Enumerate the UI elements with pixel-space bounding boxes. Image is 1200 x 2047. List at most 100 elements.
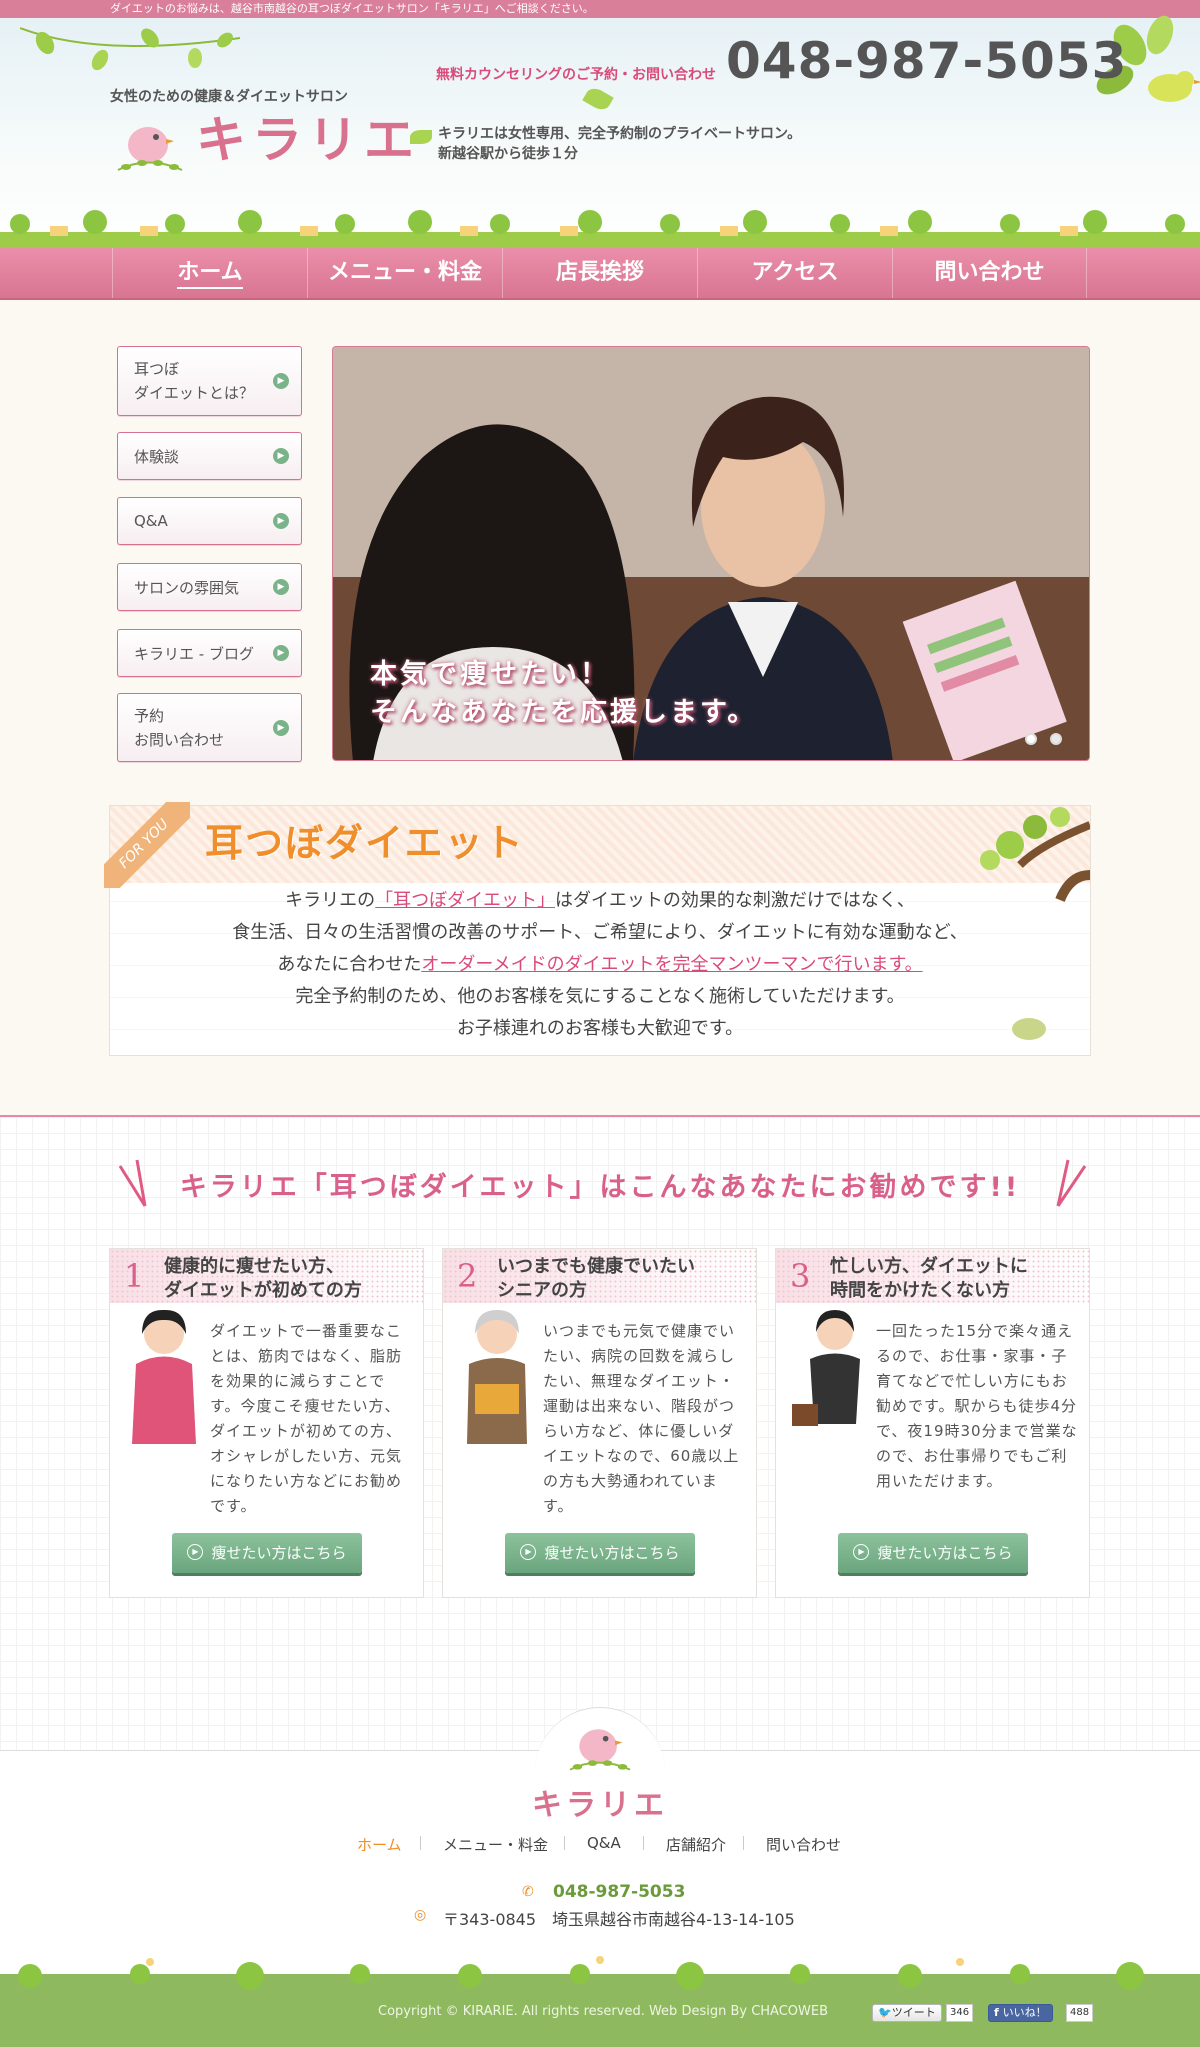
woman-illustration — [132, 1309, 196, 1444]
side-item-atmosphere[interactable]: サロンの雰囲気 ▶ — [117, 563, 302, 611]
order-made-highlight: オーダーメイドのダイエットを完全マンツーマンで行います。 — [421, 954, 923, 975]
button-label: 痩せたい方はこちら — [211, 1544, 347, 1562]
senior-woman-illustration — [467, 1310, 527, 1444]
about-text-line: 食生活、日々の生活習慣の改善のサポート、ご希望により、ダイエットに有効な運動など… — [232, 922, 968, 943]
side-label: 予約 — [134, 706, 165, 725]
caption-line-1: 本気で痩せたい！ — [370, 659, 610, 690]
card-text: ダイエットで一番重要なことは、筋肉ではなく、脂肪を効果的に減らすことです。今度こ… — [210, 1322, 403, 1515]
footer-nav-separator — [643, 1836, 644, 1850]
card-text: いつまでも元気で健康でいたい、病院の回数を減らしたい、無理なダイエット・運動は出… — [543, 1322, 740, 1515]
mimitsubo-diet-link[interactable]: 「耳つぼダイエット」 — [375, 890, 555, 911]
lose-weight-button[interactable]: ▶ 痩せたい方はこちら — [505, 1533, 695, 1573]
card-title-line: いつまでも健康でいたい — [497, 1256, 695, 1277]
footer-nav-shop[interactable]: 店舗紹介 — [666, 1834, 726, 1855]
nav-menu-price-label: メニュー・料金 — [327, 260, 482, 285]
side-label: 耳つぼ — [134, 360, 180, 378]
footer-nav-separator — [743, 1836, 744, 1850]
recommend-title: キラリエ「耳つぼダイエット」はこんなあなたにお勧めです!! — [179, 1172, 1021, 1203]
about-text-part: あなたに合わせた — [277, 954, 422, 975]
like-count: 488 — [1066, 2004, 1094, 2022]
side-label: ダイエットとは？ — [134, 384, 254, 402]
side-item-reservation[interactable]: 予約 お問い合わせ ▶ — [117, 693, 302, 762]
chevron-right-icon: ▶ — [273, 373, 289, 389]
counseling-label: 無料カウンセリングのご予約・お問い合わせ — [436, 67, 716, 83]
site-logo[interactable]: キラリエ — [196, 110, 420, 170]
tree-band-decoration — [0, 210, 1200, 248]
leaf-icon — [410, 130, 432, 144]
lose-weight-button[interactable]: ▶ 痩せたい方はこちら — [838, 1533, 1028, 1573]
footer-nav-home[interactable]: ホーム — [357, 1834, 402, 1855]
footer-phone[interactable]: 048-987-5053 — [553, 1882, 685, 1902]
nav-access[interactable]: アクセス — [697, 248, 892, 298]
button-label: 痩せたい方はこちら — [544, 1544, 680, 1562]
card-title-line: 忙しい方、ダイエットに — [830, 1256, 1028, 1277]
card-title: 健康的に痩せたい方、 ダイエットが初めての方 — [164, 1255, 362, 1303]
card-title: 忙しい方、ダイエットに 時間をかけたくない方 — [830, 1255, 1028, 1303]
side-label: 体験談 — [134, 447, 180, 466]
facebook-like-button[interactable]: f いいね！ — [988, 2004, 1053, 2022]
nav-home[interactable]: ホーム — [112, 248, 307, 298]
card-title-line: ダイエットが初めての方 — [164, 1280, 362, 1301]
phone-number[interactable]: 048-987-5053 — [726, 32, 1127, 90]
lose-weight-button[interactable]: ▶ 痩せたい方はこちら — [172, 1533, 362, 1573]
map-pin-icon: ◎ — [414, 1907, 427, 1923]
intro-line-1: キラリエは女性専用、完全予約制のプライベートサロン。 — [438, 126, 802, 142]
side-item-testimonials[interactable]: 体験談 ▶ — [117, 432, 302, 480]
grass-decoration — [0, 1956, 1200, 1990]
nav-access-label: アクセス — [751, 260, 839, 285]
recommend-card-2: 2 いつまでも健康でいたい シニアの方 いつまでも元気で健康でいたい、病院の回数を… — [442, 1248, 757, 1598]
footer-nav-contact[interactable]: 問い合わせ — [766, 1834, 841, 1855]
for-you-label: FOR YOU — [104, 802, 190, 888]
for-you-badge: FOR YOU — [104, 802, 190, 888]
nav-menu-price[interactable]: メニュー・料金 — [307, 248, 502, 298]
footer-address: 〒343-0845 埼玉県越谷市南越谷4-13-14-105 — [443, 1910, 795, 1929]
nav-contact[interactable]: 問い合わせ — [892, 248, 1087, 298]
slider-dot-1[interactable] — [1025, 733, 1037, 745]
chevron-right-icon: ▶ — [273, 448, 289, 464]
like-label: いいね！ — [1002, 2006, 1047, 2019]
footer-logo[interactable]: キラリエ — [0, 1780, 1200, 1824]
side-item-about-diet[interactable]: 耳つぼダイエットとは？ ▶ — [117, 346, 302, 416]
nav-greeting[interactable]: 店長挨拶 — [502, 248, 697, 298]
play-icon: ▶ — [520, 1544, 537, 1560]
tweet-count: 346 — [946, 2004, 974, 2022]
card-title-line: 時間をかけたくない方 — [830, 1280, 1010, 1301]
play-icon: ▶ — [187, 1544, 204, 1560]
caption-line-2: そんなあなたを応援します。 — [370, 697, 758, 728]
recommend-card-1: 1 健康的に痩せたい方、 ダイエットが初めての方 ダイエットで一番重要なことは、筋… — [109, 1248, 424, 1598]
tweet-button[interactable]: 🐦ツイート — [872, 2004, 942, 2022]
card-title-line: シニアの方 — [497, 1280, 587, 1301]
announcement-text: ダイエットのお悩みは、越谷市南越谷の耳つぼダイエットサロン「キラリエ」へご相談く… — [110, 2, 594, 15]
leaf-icon — [582, 84, 614, 114]
copyright-text: Copyright © KIRARIE. All rights reserved… — [378, 2004, 829, 2019]
card-number: 1 — [124, 1257, 145, 1295]
card-number: 2 — [457, 1257, 478, 1295]
nav-home-label: ホーム — [177, 260, 243, 289]
intro-line-2: 新越谷駅から徒歩１分 — [438, 146, 578, 162]
tagline: 女性のための健康＆ダイエットサロン — [110, 89, 348, 105]
bird-logo-icon — [117, 127, 183, 171]
nav-greeting-label: 店長挨拶 — [555, 260, 644, 285]
bird-logo-icon — [569, 1729, 631, 1771]
nav-contact-label: 問い合わせ — [934, 260, 1045, 285]
chevron-right-icon: ▶ — [273, 513, 289, 529]
card-title-line: 健康的に痩せたい方、 — [164, 1256, 344, 1277]
side-item-qa[interactable]: Q&A ▶ — [117, 497, 302, 545]
about-text-part: はダイエットの効果的な刺激だけではなく、 — [555, 890, 915, 911]
footer-nav-separator — [420, 1836, 421, 1850]
about-text-part: キラリエの — [285, 890, 376, 911]
card-title: いつまでも健康でいたい シニアの方 — [497, 1255, 695, 1303]
play-icon: ▶ — [853, 1544, 870, 1560]
slider-dot-2[interactable] — [1050, 733, 1062, 745]
businesswoman-illustration — [792, 1310, 860, 1426]
chevron-right-icon: ▶ — [273, 579, 289, 595]
about-text: キラリエの「耳つぼダイエット」はダイエットの効果的な刺激だけではなく、 食生活、… — [110, 885, 1090, 1045]
side-item-blog[interactable]: キラリエ - ブログ ▶ — [117, 629, 302, 677]
facebook-icon: f — [994, 2006, 1003, 2019]
salon-intro: キラリエは女性専用、完全予約制のプライベートサロン。 新越谷駅から徒歩１分 — [438, 124, 801, 164]
footer-nav-qa[interactable]: Q&A — [587, 1834, 621, 1852]
slider-caption: 本気で痩せたい！ そんなあなたを応援します。 — [370, 656, 757, 732]
twitter-icon: 🐦 — [878, 2006, 892, 2019]
footer-nav-menu[interactable]: メニュー・料金 — [443, 1834, 548, 1855]
card-number: 3 — [790, 1257, 811, 1295]
